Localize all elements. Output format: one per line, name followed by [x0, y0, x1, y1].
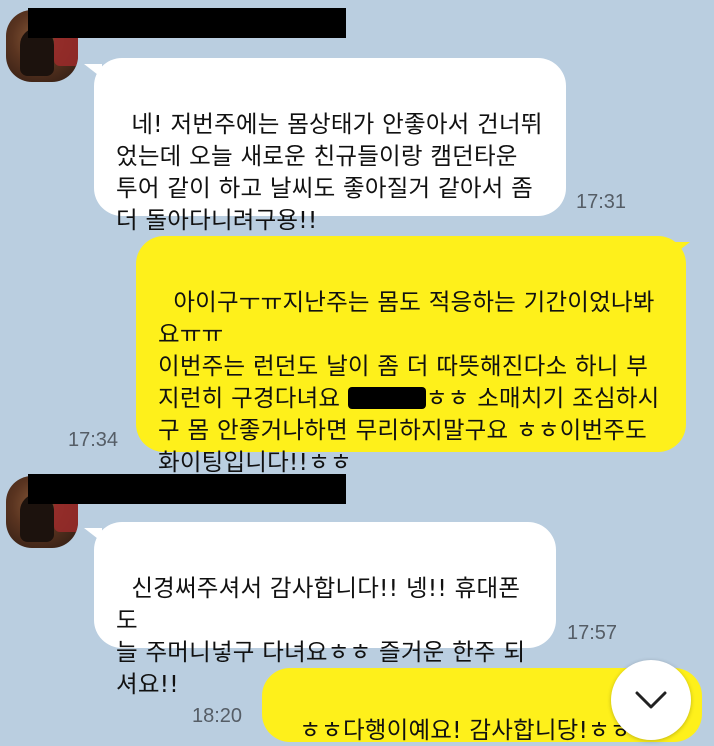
scroll-to-bottom-button[interactable] [611, 660, 691, 740]
message-bubble-incoming[interactable]: 신경써주셔서 감사합니다!! 넹!! 휴대폰도 늘 주머니넣구 다녀요ㅎㅎ 즐거… [94, 522, 556, 698]
message-timestamp: 17:31 [576, 191, 627, 213]
message-bubble-outgoing[interactable]: 아이구ㅜㅠ지난주는 몸도 적응하는 기간이었나봐 요ㅠㅠ 이번주는 런던도 날이… [136, 236, 686, 476]
sender-name-redacted [28, 474, 346, 504]
message-timestamp: 17:34 [68, 429, 119, 451]
sender-name-redacted [28, 8, 346, 38]
message-timestamp: 18:20 [192, 705, 243, 727]
message-bubble-incoming[interactable]: 네! 저번주에는 몸상태가 안좋아서 건너뛰 었는데 오늘 새로운 친규들이랑 … [94, 58, 566, 234]
message-text: 네! 저번주에는 몸상태가 안좋아서 건너뛰 었는데 오늘 새로운 친규들이랑 … [116, 110, 543, 234]
chevron-down-icon [635, 691, 667, 709]
message-text: ㅎㅎ다행이예요! 감사합니당!ㅎㅎ [299, 716, 632, 744]
redacted-text [347, 387, 426, 409]
message-timestamp: 17:57 [567, 622, 618, 644]
